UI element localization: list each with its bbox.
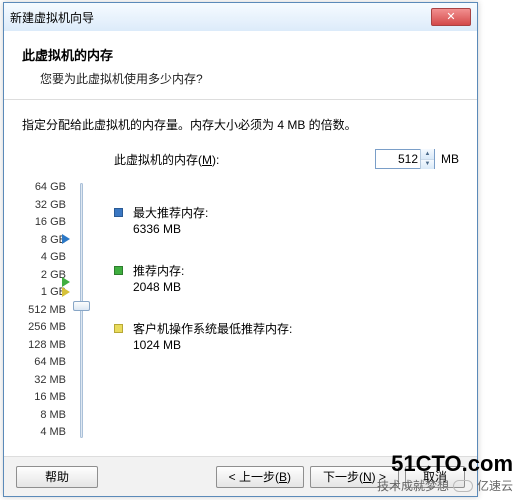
memory-spinbox[interactable]: ▲ ▼	[375, 149, 435, 169]
help-button[interactable]: 帮助	[16, 466, 98, 488]
spin-up-button[interactable]: ▲	[421, 149, 434, 160]
spinner[interactable]: ▲ ▼	[420, 149, 434, 169]
wizard-body: 指定分配给此虚拟机的内存量。内存大小必须为 4 MB 的倍数。 此虚拟机的内存(…	[4, 100, 477, 454]
memory-unit: MB	[441, 152, 459, 166]
back-button[interactable]: < 上一步(B)	[216, 466, 304, 488]
wizard-header: 此虚拟机的内存 您要为此虚拟机使用多少内存?	[4, 31, 477, 100]
square-green-icon	[114, 266, 123, 275]
wizard-window: 新建虚拟机向导 ✕ 此虚拟机的内存 您要为此虚拟机使用多少内存? 指定分配给此虚…	[3, 2, 478, 497]
page-subtitle: 您要为此虚拟机使用多少内存?	[40, 70, 459, 87]
rec-marker-icon	[62, 277, 70, 287]
close-button[interactable]: ✕	[431, 8, 471, 26]
page-title: 此虚拟机的内存	[22, 45, 459, 64]
window-title: 新建虚拟机向导	[10, 9, 94, 26]
memory-recommendations: 最大推荐内存: 6336 MB 推荐内存: 2048 MB 客户机操作系统最低推…	[114, 179, 459, 442]
watermark-tagline: 技术成就梦想	[377, 477, 449, 494]
min-marker-icon	[62, 287, 70, 297]
watermark-51cto: 51CTO.com	[377, 451, 513, 477]
slider-thumb[interactable]	[73, 301, 90, 311]
min-rec-label: 客户机操作系统最低推荐内存:	[133, 321, 292, 337]
watermark-yisu: 亿速云	[477, 477, 513, 494]
memory-label: 此虚拟机的内存(M):	[114, 151, 375, 168]
memory-input-row: 此虚拟机的内存(M): ▲ ▼ MB	[114, 149, 459, 169]
min-rec-value: 1024 MB	[133, 337, 292, 353]
memory-slider[interactable]	[70, 179, 94, 442]
titlebar: 新建虚拟机向导 ✕	[4, 3, 477, 31]
memory-scale-labels: 64 GB 32 GB 16 GB 8 GB 4 GB 2 GB 1 GB 51…	[22, 179, 70, 442]
rec-value: 2048 MB	[133, 279, 184, 295]
memory-input[interactable]	[376, 152, 420, 166]
cloud-icon	[453, 480, 473, 492]
max-marker-icon	[62, 234, 70, 244]
image-watermark: 51CTO.com 技术成就梦想 亿速云	[377, 451, 513, 494]
spin-down-button[interactable]: ▼	[421, 160, 434, 170]
max-rec-value: 6336 MB	[133, 221, 208, 237]
square-blue-icon	[114, 208, 123, 217]
square-yellow-icon	[114, 324, 123, 333]
rec-label: 推荐内存:	[133, 263, 184, 279]
instruction-text: 指定分配给此虚拟机的内存量。内存大小必须为 4 MB 的倍数。	[22, 116, 459, 133]
max-rec-label: 最大推荐内存:	[133, 205, 208, 221]
